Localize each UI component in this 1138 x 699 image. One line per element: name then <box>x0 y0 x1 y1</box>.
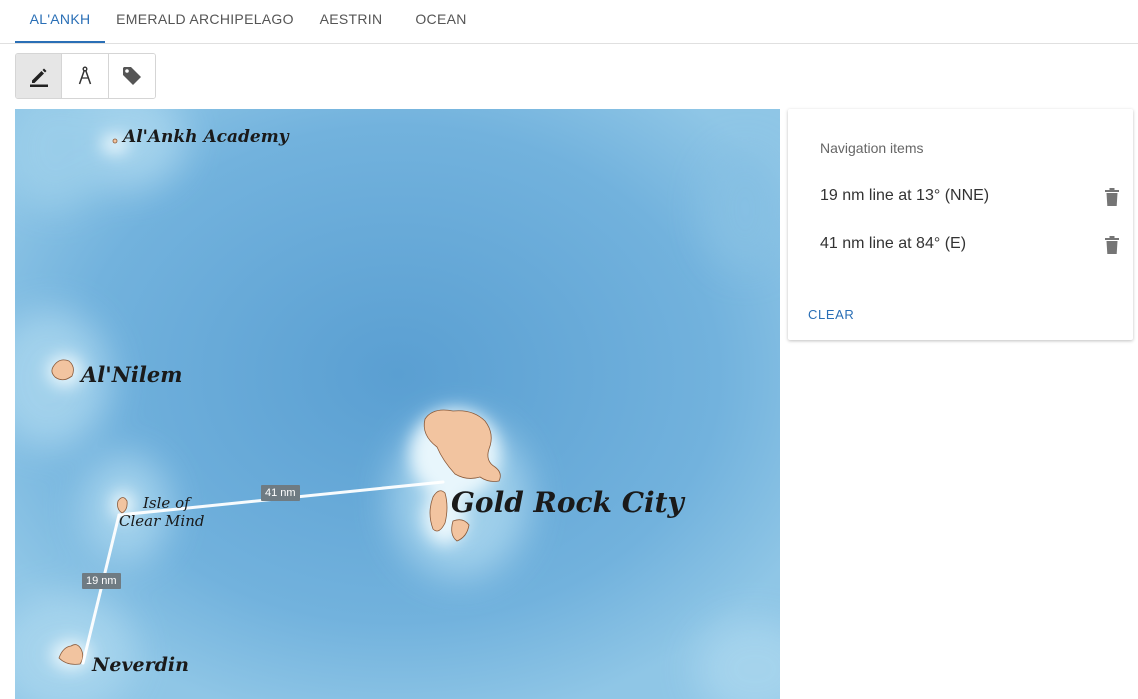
label-alnilem: Al'Nilem <box>81 362 183 387</box>
label-alankh-academy: Al'Ankh Academy <box>123 127 289 147</box>
pencil-icon <box>29 68 48 87</box>
tab-emerald-archipelago[interactable]: EMERALD ARCHIPELAGO <box>112 0 298 44</box>
trash-icon[interactable] <box>1104 235 1120 255</box>
nav-item[interactable]: 41 nm line at 84° (E) <box>820 233 1119 257</box>
measure-button[interactable] <box>62 54 109 98</box>
label-isle-of: Isle of <box>143 494 190 512</box>
tag-icon <box>122 67 141 85</box>
label-button[interactable] <box>108 54 155 98</box>
navigation-panel: Navigation items 19 nm line at 13° (NNE)… <box>788 109 1133 340</box>
label-gold-rock-city: Gold Rock City <box>451 486 684 519</box>
map-toolbar <box>15 53 156 99</box>
map-tabs: AL'ANKH EMERALD ARCHIPELAGO AESTRIN OCEA… <box>0 0 1138 44</box>
label-neverdin: Neverdin <box>92 654 189 676</box>
distance-label-41nm: 41 nm <box>261 485 300 501</box>
label-clear-mind: Clear Mind <box>119 512 205 530</box>
nav-item-label: 19 nm line at 13° (NNE) <box>820 187 990 204</box>
distance-label-19nm: 19 nm <box>82 573 121 589</box>
map-view[interactable]: Al'Ankh Academy Al'Nilem Isle of Clear M… <box>15 109 780 699</box>
nav-item-label: 41 nm line at 84° (E) <box>820 235 967 252</box>
trash-icon[interactable] <box>1104 187 1120 207</box>
compass-icon <box>78 66 92 85</box>
tab-aestrin[interactable]: AESTRIN <box>306 0 396 44</box>
tab-alankh[interactable]: AL'ANKH <box>15 0 105 44</box>
nav-item[interactable]: 19 nm line at 13° (NNE) <box>820 185 1119 209</box>
tab-ocean[interactable]: OCEAN <box>402 0 480 44</box>
active-tab-indicator <box>15 41 105 43</box>
map-canvas[interactable] <box>15 109 780 699</box>
panel-title: Navigation items <box>820 140 924 156</box>
ocean <box>15 109 780 699</box>
draw-line-button[interactable] <box>16 54 63 98</box>
clear-button[interactable]: CLEAR <box>808 307 854 322</box>
